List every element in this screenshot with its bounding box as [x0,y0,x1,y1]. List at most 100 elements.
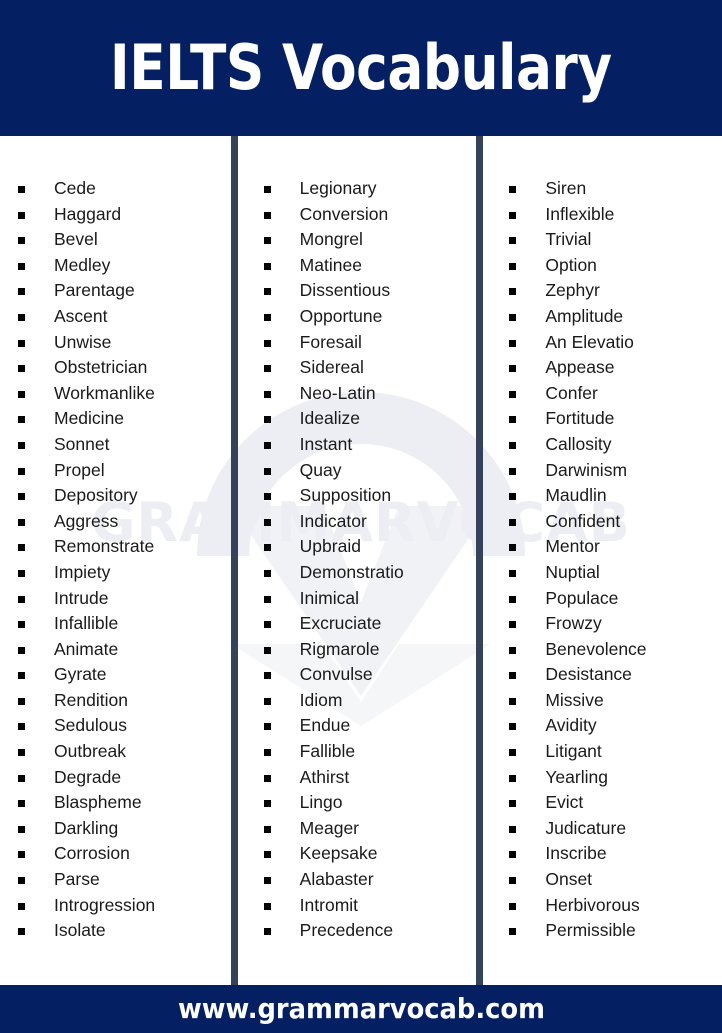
vocabulary-word-label: Yearling [545,766,608,787]
vocabulary-word-label: Intromit [299,894,359,915]
footer-banner: www.grammarvocab.com [0,985,722,1033]
square-bullet-icon [509,211,517,219]
vocabulary-word-label: Introgression [54,894,156,915]
vocabulary-word-label: Animate [54,638,119,659]
vocabulary-word-item: Amplitude [509,304,722,330]
square-bullet-icon [18,851,25,859]
vocabulary-word-item: Matinee [263,253,477,279]
vocabulary-word-item: Corrosion [18,841,231,867]
square-bullet-icon [263,288,271,296]
vocabulary-word-label: Populace [545,587,619,608]
vocabulary-word-label: Convulse [299,664,373,685]
vocabulary-word-item: Ascent [18,304,231,330]
square-bullet-icon [509,569,517,577]
vocabulary-word-item: Legionary [263,176,477,202]
square-bullet-icon [509,646,517,654]
vocabulary-word-label: Desistance [545,664,632,685]
word-column-3: Siren Inflexible Trivial Option Zephyr Amplit… [483,136,722,985]
vocabulary-word-label: Sidereal [299,357,364,378]
square-bullet-icon [18,211,25,219]
square-bullet-icon [509,774,517,782]
vocabulary-word-item: Sonnet [18,432,231,458]
vocabulary-word-label: Corrosion [54,843,130,864]
vocabulary-word-item: Herbivorous [509,893,722,919]
vocabulary-word-item: Convulse [263,662,477,688]
vocabulary-word-label: Fortitude [545,408,615,429]
vocabulary-word-item: Introgression [18,893,231,919]
vocabulary-word-item: Animate [18,637,231,663]
vocabulary-columns: Cede Haggard Bevel Medley Parentage Ascent Unw… [0,136,722,985]
vocabulary-word-item: Conversion [263,202,477,228]
vocabulary-word-label: Excruciate [299,613,382,634]
word-list-1: Cede Haggard Bevel Medley Parentage Ascent Unw… [18,176,231,944]
vocabulary-word-label: Frowzy [545,613,602,634]
square-bullet-icon [509,313,517,321]
column-divider-2 [476,136,484,985]
vocabulary-word-item: Bevel [18,227,231,253]
square-bullet-icon [263,621,271,629]
vocabulary-word-label: Conversion [299,203,389,224]
vocabulary-word-label: Mongrel [299,229,363,250]
vocabulary-word-label: Permissible [545,920,636,941]
word-list-3: Siren Inflexible Trivial Option Zephyr Amplit… [509,176,722,944]
vocabulary-word-item: Rigmarole [263,637,477,663]
square-bullet-icon [509,825,517,833]
vocabulary-word-label: Nuptial [545,561,600,582]
square-bullet-icon [18,877,25,885]
vocabulary-word-item: Workmanlike [18,381,231,407]
vocabulary-word-label: Gyrate [54,664,107,685]
vocabulary-word-item: Desistance [509,662,722,688]
vocabulary-word-label: Demonstratio [299,561,404,582]
vocabulary-word-item: Trivial [509,227,722,253]
square-bullet-icon [509,339,517,347]
square-bullet-icon [263,723,271,731]
vocabulary-word-item: Endue [263,713,477,739]
vocabulary-word-item: Yearling [509,765,722,791]
square-bullet-icon [509,749,517,757]
vocabulary-word-label: Athirst [299,766,350,787]
vocabulary-word-item: Intromit [263,893,477,919]
vocabulary-word-label: Degrade [54,766,122,787]
vocabulary-word-item: Upbraid [263,534,477,560]
vocabulary-word-label: Amplitude [545,305,624,326]
square-bullet-icon [263,186,271,193]
square-bullet-icon [509,544,517,552]
word-column-2: Legionary Conversion Mongrel Matinee Dissent… [238,136,477,985]
vocabulary-word-item: Infallible [18,611,231,637]
square-bullet-icon [18,390,25,398]
square-bullet-icon [509,595,517,603]
vocabulary-word-item: Frowzy [509,611,722,637]
square-bullet-icon [509,288,517,296]
vocabulary-word-item: Confer [509,381,722,407]
vocabulary-word-label: Instant [299,433,353,454]
square-bullet-icon [263,646,271,654]
vocabulary-word-item: Sidereal [263,355,477,381]
square-bullet-icon [509,186,517,193]
vocabulary-word-label: Darwinism [545,459,628,480]
vocabulary-word-item: Cede [18,176,231,202]
vocabulary-word-item: Judicature [509,816,722,842]
square-bullet-icon [263,595,271,603]
vocabulary-word-item: Athirst [263,765,477,791]
vocabulary-word-label: Intrude [54,587,109,608]
vocabulary-word-label: Trivial [545,229,592,250]
square-bullet-icon [18,800,25,808]
word-column-1: Cede Haggard Bevel Medley Parentage Ascent Unw… [0,136,231,985]
vocabulary-word-label: Unwise [54,331,112,352]
square-bullet-icon [509,877,517,885]
vocabulary-word-label: Inimical [299,587,359,608]
vocabulary-word-label: Neo-Latin [299,382,376,403]
vocabulary-word-item: Nuptial [509,560,722,586]
vocabulary-word-label: Quay [299,459,342,480]
vocabulary-word-item: Propel [18,458,231,484]
vocabulary-word-label: Mentor [545,536,600,557]
vocabulary-word-item: Rendition [18,688,231,714]
vocabulary-word-item: Obstetrician [18,355,231,381]
vocabulary-word-label: Infallible [54,613,119,634]
vocabulary-word-label: Judicature [545,817,627,838]
column-divider-1 [230,136,238,985]
vocabulary-word-label: Opportune [299,305,383,326]
vocabulary-word-item: Precedence [263,918,477,944]
square-bullet-icon [263,237,271,245]
vocabulary-word-item: Dissentious [263,278,477,304]
